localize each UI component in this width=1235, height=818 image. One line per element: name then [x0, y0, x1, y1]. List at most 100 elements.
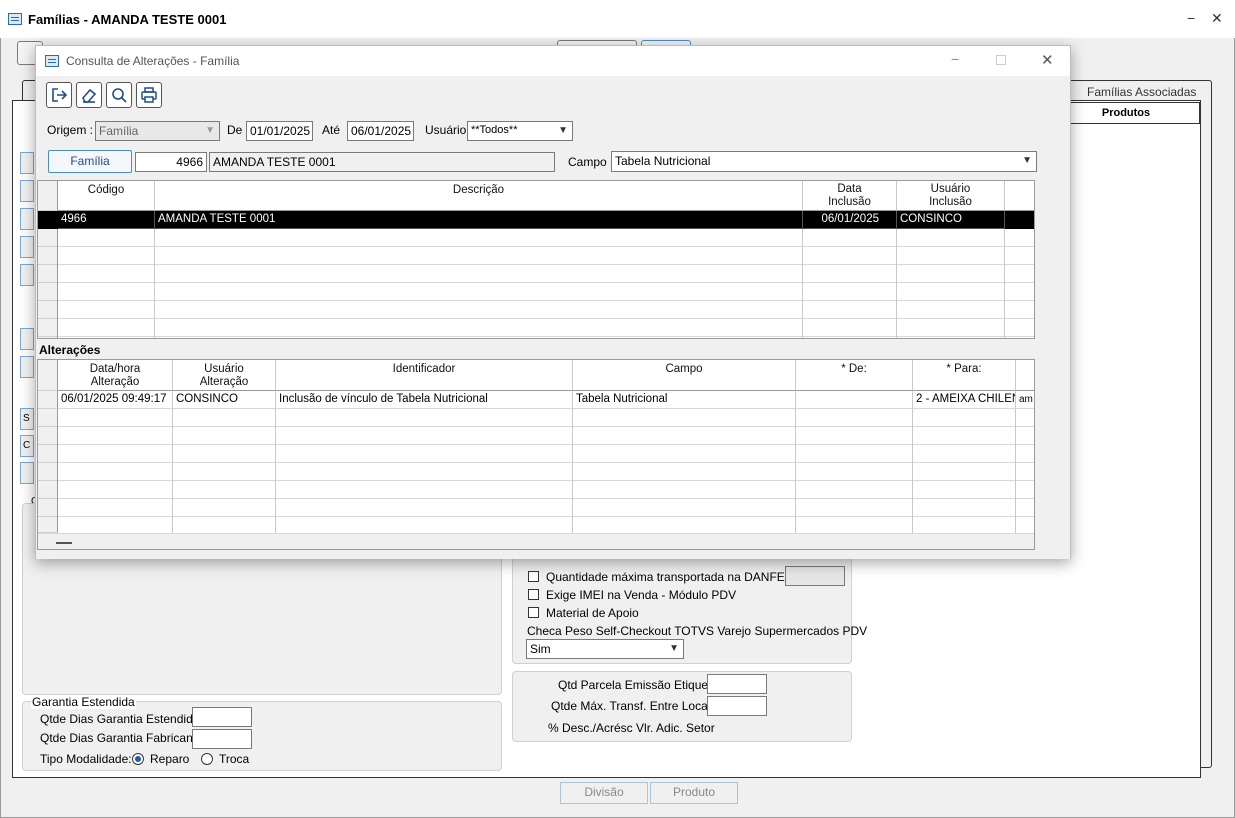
col-header-de[interactable]: * De: — [796, 360, 913, 391]
cell-usuario-inclusao: CONSINCO — [897, 211, 1005, 229]
usuario-label: Usuário — [425, 123, 467, 137]
col-header-codigo[interactable]: Código — [58, 181, 155, 211]
empty-rows — [38, 409, 1034, 533]
clear-button[interactable] — [76, 82, 102, 108]
side-button[interactable] — [20, 264, 34, 286]
tab-produtos-label: Produtos — [1101, 107, 1151, 119]
print-icon — [141, 87, 157, 103]
grid-corner — [38, 181, 58, 211]
cell-usuario-alteracao: CONSINCO — [173, 391, 276, 409]
search-button[interactable] — [106, 82, 132, 108]
col-header-data-inclusao[interactable]: Data Inclusão — [803, 181, 897, 211]
radio-reparo[interactable] — [132, 753, 144, 765]
campo-select[interactable]: Tabela Nutricional ▼ — [611, 151, 1037, 172]
consulta-alteracoes-dialog: Consulta de Alterações - Família − ✕ Ori… — [35, 45, 1071, 559]
side-button[interactable] — [20, 356, 34, 378]
main-title-bar: Famílias - AMANDA TESTE 0001 − ✕ — [0, 0, 1235, 38]
campo-label: Campo : — [568, 155, 614, 169]
scrollbar-thumb[interactable] — [56, 542, 72, 544]
dias-estendida-input[interactable] — [192, 707, 252, 727]
checa-peso-select[interactable]: Sim ▼ — [526, 639, 684, 659]
close-icon[interactable]: ✕ — [1211, 10, 1223, 27]
radio-troca-label: Troca — [219, 752, 250, 766]
checa-peso-value: Sim — [530, 642, 551, 656]
cell-de — [796, 391, 913, 409]
divisao-button[interactable]: Divisão — [560, 782, 648, 804]
eraser-icon — [82, 88, 97, 103]
de-date-input[interactable]: 01/01/2025 — [246, 121, 313, 141]
col-header-descricao[interactable]: Descrição — [155, 181, 803, 211]
alteracoes-bar — [37, 339, 1035, 359]
qtd-max-danfe-input[interactable] — [785, 566, 845, 586]
cell-codigo: 4966 — [58, 211, 155, 229]
side-button[interactable] — [20, 328, 34, 350]
checkbox-material-apoio[interactable] — [528, 607, 539, 618]
usuario-value: **Todos** — [471, 124, 518, 136]
qtde-max-transf-input[interactable] — [707, 696, 767, 716]
empty-rows — [38, 229, 1034, 338]
side-button[interactable] — [20, 208, 34, 230]
dialog-close-icon[interactable]: ✕ — [1041, 51, 1054, 69]
chevron-down-icon: ▼ — [1022, 155, 1032, 166]
checa-peso-label: Checa Peso Self-Checkout TOTVS Varejo Su… — [527, 624, 868, 638]
alteracoes-label: Alterações — [39, 343, 101, 357]
chevron-down-icon: ▼ — [558, 125, 568, 136]
campo-value: Tabela Nutricional — [615, 154, 711, 168]
cell-identificador: Inclusão de vínculo de Tabela Nutriciona… — [276, 391, 573, 409]
col-line — [172, 409, 173, 533]
produto-button[interactable]: Produto — [650, 782, 738, 804]
checkbox-material-apoio-label: Material de Apoio — [546, 606, 639, 620]
checkbox-exige-imei[interactable] — [528, 589, 539, 600]
cell-descricao: AMANDA TESTE 0001 — [155, 211, 803, 229]
col-line — [154, 229, 155, 338]
chevron-down-icon: ▼ — [669, 643, 679, 654]
qtd-parcela-input[interactable] — [707, 674, 767, 694]
side-button[interactable] — [20, 462, 34, 484]
col-header-empty — [1005, 181, 1034, 211]
tab-familias-associadas[interactable]: Famílias Associadas — [1087, 85, 1196, 99]
col-line — [802, 229, 803, 338]
radio-troca[interactable] — [201, 753, 213, 765]
col-header-campo[interactable]: Campo — [573, 360, 796, 391]
col-header-data-hora[interactable]: Data/hora Alteração — [58, 360, 173, 391]
col-header-usuario-inclusao[interactable]: Usuário Inclusão — [897, 181, 1005, 211]
dias-fabricante-input[interactable] — [192, 729, 252, 749]
de-label: De — [227, 123, 243, 137]
side-button-label: C — [23, 440, 31, 451]
checkbox-qtd-max-danfe[interactable] — [528, 571, 539, 582]
origem-select[interactable]: Família ▼ — [95, 121, 220, 141]
col-header-identificador[interactable]: Identificador — [276, 360, 573, 391]
familia-button[interactable]: Família — [48, 150, 132, 173]
side-button[interactable] — [20, 236, 34, 258]
usuario-select[interactable]: **Todos** ▼ — [467, 121, 573, 141]
side-button-s[interactable]: S — [20, 408, 34, 430]
familia-name-input: AMANDA TESTE 0001 — [209, 152, 555, 172]
horizontal-scrollbar[interactable] — [38, 533, 1034, 549]
ate-label: Até — [322, 123, 341, 137]
cell-data-hora: 06/01/2025 09:49:17 — [58, 391, 173, 409]
cell-data-inclusao: 06/01/2025 — [803, 211, 897, 229]
dialog-title: Consulta de Alterações - Família — [66, 54, 240, 68]
grid-corner — [38, 360, 58, 391]
side-button[interactable] — [20, 152, 34, 174]
dialog-minimize-icon[interactable]: − — [951, 51, 959, 67]
side-button[interactable] — [20, 180, 34, 202]
window-app-icon — [8, 13, 22, 25]
cell-extra: am — [1016, 391, 1034, 409]
minimize-icon[interactable]: − — [1187, 10, 1195, 26]
dialog-app-icon — [45, 55, 59, 67]
origem-label: Origem : — [47, 123, 94, 137]
cell-para: 2 - AMEIXA CHILEN — [913, 391, 1016, 409]
dialog-maximize-icon[interactable] — [996, 55, 1006, 65]
familia-code-input[interactable]: 4966 — [135, 152, 207, 172]
side-button-c[interactable]: C — [20, 435, 34, 457]
col-header-usuario-alteracao[interactable]: Usuário Alteração — [173, 360, 276, 391]
tab-produtos[interactable]: Produtos — [1052, 102, 1200, 124]
search-icon — [112, 88, 127, 103]
ate-date-input[interactable]: 06/01/2025 — [347, 121, 414, 141]
print-button[interactable] — [136, 82, 162, 108]
col-header-para[interactable]: * Para: — [913, 360, 1016, 391]
col-line — [912, 409, 913, 533]
dias-fabricante-label: Qtde Dias Garantia Fabricante — [40, 731, 203, 745]
exit-button[interactable] — [46, 82, 72, 108]
